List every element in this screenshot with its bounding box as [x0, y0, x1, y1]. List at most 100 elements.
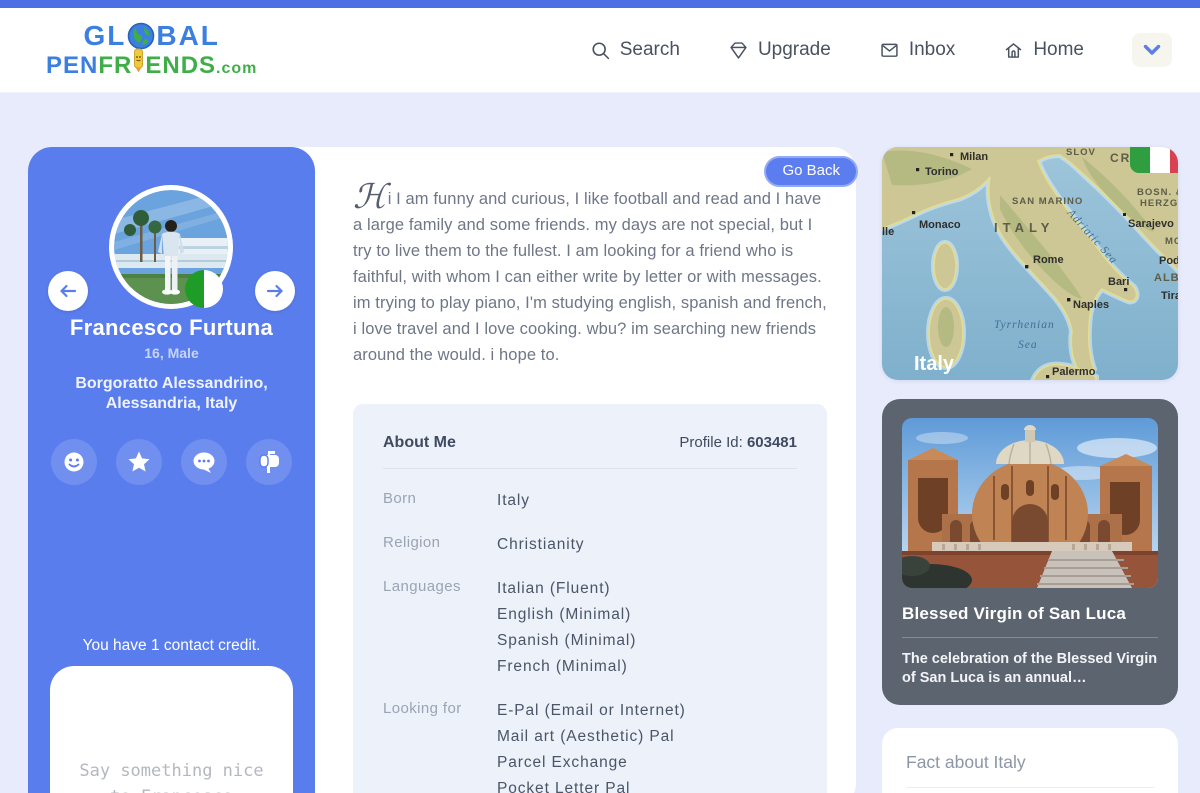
profile-location-line2: Alessandria, Italy: [28, 394, 315, 414]
next-profile-button[interactable]: [255, 271, 295, 311]
map-label-sarajevo: Sarajevo: [1128, 218, 1174, 230]
about-row-looking-for: Looking for E-Pal (Email or Internet) Ma…: [383, 689, 797, 793]
about-value: English (Minimal): [497, 602, 636, 628]
profile-action-row: [28, 439, 315, 485]
about-value: Spanish (Minimal): [497, 628, 636, 654]
mailbox-icon: [255, 449, 283, 475]
map-label-san-marino: SAN MARINO: [1012, 196, 1083, 207]
search-icon: [590, 40, 611, 61]
online-status-badge: [185, 270, 223, 308]
smiley-icon: [61, 449, 87, 475]
fact-title: Fact about Italy: [906, 752, 1154, 773]
about-value: E-Pal (Email or Internet): [497, 698, 686, 724]
gem-icon: [728, 40, 749, 61]
logo-text-bal: BAL: [156, 22, 220, 50]
logo-text-fr: FR: [98, 54, 132, 78]
nav-search-label: Search: [620, 39, 680, 61]
profile-id-label: Profile Id:: [679, 434, 747, 451]
map-label-monaco: Monaco: [919, 219, 961, 231]
about-value: Parcel Exchange: [497, 750, 686, 776]
bio-drop-cap: ℋ: [353, 177, 387, 217]
nav-dropdown-toggle[interactable]: [1132, 33, 1172, 67]
nav-upgrade-label: Upgrade: [758, 39, 831, 61]
nav-inbox[interactable]: Inbox: [879, 39, 955, 61]
go-back-button[interactable]: Go Back: [764, 156, 858, 187]
profile-card: Francesco Furtuna 16, Male Borgoratto Al…: [28, 147, 315, 793]
contact-credit-text: You have 1 contact credit.: [28, 637, 315, 655]
map-label-tirana: Tiran: [1161, 290, 1178, 302]
profile-age-gender: 16, Male: [28, 345, 315, 361]
about-label-born: Born: [383, 488, 497, 514]
event-photo: [902, 418, 1158, 588]
emoji-reaction-button[interactable]: [51, 439, 97, 485]
map-label-tyrrhenian-sea: Sea: [1018, 339, 1038, 351]
about-header: About Me Profile Id: 603481: [383, 434, 797, 452]
site-header: GL BAL PENFR ENDS.com Search Upgrade Inbo…: [0, 8, 1200, 93]
map-label-italy-region: ITALY: [994, 220, 1054, 235]
fact-card: Fact about Italy: [882, 728, 1178, 793]
event-card[interactable]: Blessed Virgin of San Luca The celebrati…: [882, 399, 1178, 705]
logo-text-gl: GL: [83, 22, 126, 50]
arrow-left-icon: [59, 284, 77, 298]
about-label-religion: Religion: [383, 532, 497, 558]
map-label-podgorica: Podg: [1159, 255, 1178, 267]
italy-flag-icon: [1130, 147, 1178, 173]
chevron-down-icon: [1143, 44, 1161, 56]
event-title: Blessed Virgin of San Luca: [902, 604, 1158, 624]
map-label-torino: Torino: [925, 166, 959, 178]
italy-map: Milan Torino Monaco ITALY SAN MARINO Rom…: [882, 147, 1178, 380]
map-country-label: Italy: [914, 353, 955, 375]
profile-location-line1: Borgoratto Alessandrino,: [28, 374, 315, 394]
logo-text-com: .com: [216, 61, 257, 77]
site-logo[interactable]: GL BAL PENFR ENDS.com: [46, 22, 257, 78]
about-me-card: About Me Profile Id: 603481 Born Italy R…: [353, 404, 827, 793]
profile-location: Borgoratto Alessandrino, Alessandria, It…: [28, 374, 315, 414]
about-row-born: Born Italy: [383, 479, 797, 523]
nav-upgrade[interactable]: Upgrade: [728, 39, 831, 61]
map-label-marseille: lle: [882, 226, 894, 238]
favorite-button[interactable]: [116, 439, 162, 485]
nav-home[interactable]: Home: [1003, 39, 1084, 61]
map-label-slovenia: SLOV: [1066, 147, 1096, 158]
map-label-rome: Rome: [1033, 254, 1064, 266]
pencil-icon: [133, 48, 144, 73]
map-label-bari: Bari: [1108, 276, 1129, 288]
about-row-languages: Languages Italian (Fluent) English (Mini…: [383, 567, 797, 689]
about-label-looking-for: Looking for: [383, 698, 497, 793]
divider: [902, 637, 1158, 638]
logo-text-pen: PEN: [46, 54, 98, 78]
map-label-tyrrhenian: Tyrrhenian: [994, 319, 1055, 331]
map-label-milan: Milan: [960, 151, 988, 163]
chat-bubble-icon: [190, 449, 218, 475]
about-value: Mail art (Aesthetic) Pal: [497, 724, 686, 750]
profile-id-value: 603481: [747, 434, 797, 451]
about-row-religion: Religion Christianity: [383, 523, 797, 567]
envelope-icon: [879, 40, 900, 61]
about-title: About Me: [383, 434, 456, 452]
map-label-bosnia-2: HERZG: [1140, 198, 1178, 209]
star-icon: [126, 449, 152, 475]
chat-button[interactable]: [181, 439, 227, 485]
event-description: The celebration of the Blessed Virgin of…: [902, 650, 1158, 688]
logo-text-ends: ENDS: [145, 54, 216, 78]
mail-button[interactable]: [246, 439, 292, 485]
nav-home-label: Home: [1033, 39, 1084, 61]
logo-line-penfriends: PENFR ENDS.com: [46, 48, 257, 78]
bio-text: i I am funny and curious, I like footbal…: [353, 190, 827, 364]
map-label-naples: Naples: [1073, 299, 1109, 311]
arrow-right-icon: [266, 284, 284, 298]
about-value: Pocket Letter Pal: [497, 776, 686, 793]
about-value: Italy: [497, 488, 530, 514]
logo-line-global: GL BAL: [83, 22, 219, 50]
divider: [383, 468, 797, 469]
nav-search[interactable]: Search: [590, 39, 680, 61]
message-input[interactable]: [50, 666, 293, 793]
globe-icon: [127, 22, 155, 50]
bio-paragraph: ℋi I am funny and curious, I like footba…: [353, 186, 831, 368]
previous-profile-button[interactable]: [48, 271, 88, 311]
nav-inbox-label: Inbox: [909, 39, 955, 61]
profile-id: Profile Id: 603481: [679, 434, 797, 451]
country-map-card[interactable]: Milan Torino Monaco ITALY SAN MARINO Rom…: [882, 147, 1178, 380]
map-label-palermo: Palermo: [1052, 366, 1096, 378]
map-label-albania: ALBA: [1154, 272, 1178, 284]
